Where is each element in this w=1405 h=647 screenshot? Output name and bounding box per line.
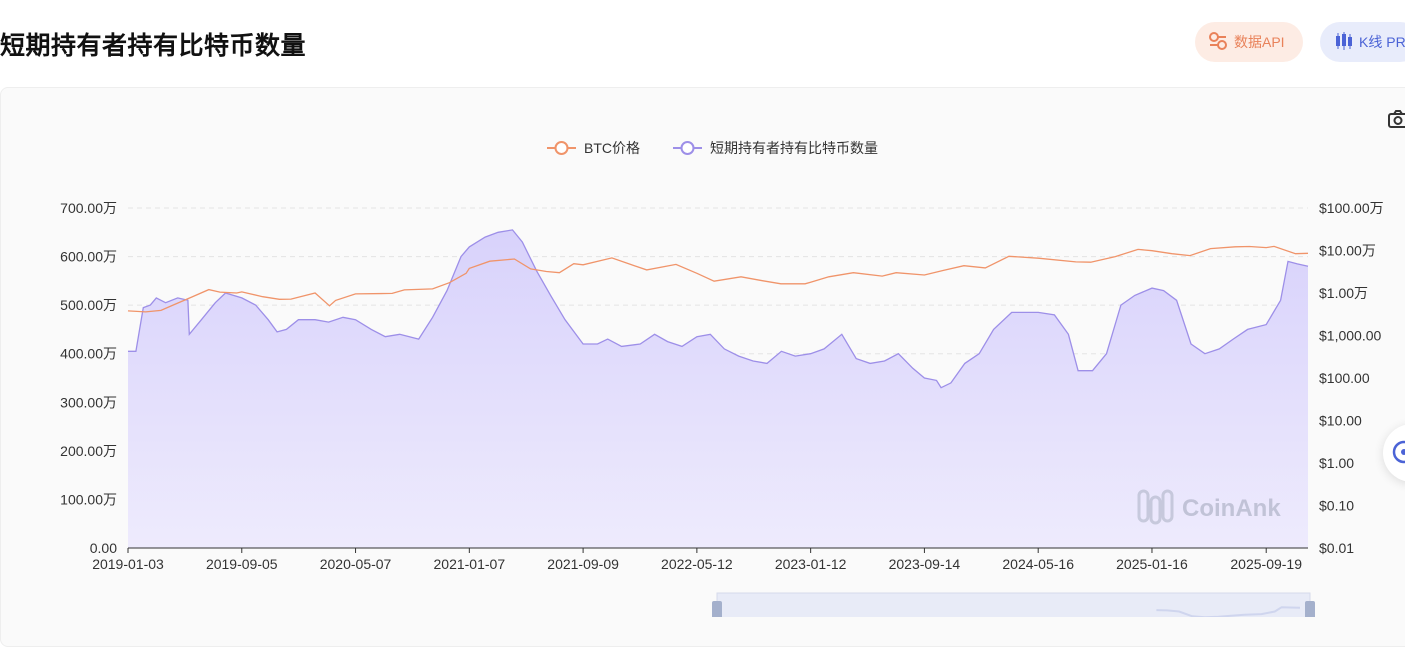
x-tick-label: 2021-01-07 xyxy=(434,556,506,572)
left-y-tick-label: 700.00万 xyxy=(60,200,117,216)
x-tick-label: 2019-01-03 xyxy=(92,556,164,572)
left-y-tick-label: 400.00万 xyxy=(60,346,117,362)
left-y-tick-label: 100.00万 xyxy=(60,491,117,507)
right-y-tick-label: $100.00 xyxy=(1319,370,1370,386)
legend-label-holdings: 短期持有者持有比特币数量 xyxy=(710,140,878,156)
left-y-tick-label: 0.00 xyxy=(90,540,117,556)
legend-marker-btc xyxy=(554,141,569,155)
left-y-tick-label: 200.00万 xyxy=(60,443,117,459)
x-tick-label: 2021-09-09 xyxy=(547,556,619,572)
x-tick-label: 2023-01-12 xyxy=(775,556,847,572)
zoom-slider-window xyxy=(716,592,1311,617)
holdings-area xyxy=(128,229,1308,548)
legend-label-btc: BTC价格 xyxy=(584,140,640,156)
right-y-tick-label: $1.00 xyxy=(1319,455,1354,471)
chart-svg: 2019-01-03 2019-09-05 2020-05-07 2021-01-07… xyxy=(60,140,1384,617)
right-y-tick-label: $1.00万 xyxy=(1319,285,1368,301)
legend-marker-holdings xyxy=(680,141,695,155)
left-y-tick-label: 300.00万 xyxy=(60,394,117,410)
x-tick-label: 2023-09-14 xyxy=(889,556,961,572)
x-tick-label: 2022-05-12 xyxy=(661,556,733,572)
x-tick-label: 2025-09-19 xyxy=(1230,556,1302,572)
right-y-tick-label: $1,000.00 xyxy=(1319,328,1381,344)
left-y-tick-label: 600.00万 xyxy=(60,249,117,265)
help-icon xyxy=(1392,440,1405,464)
x-tick-label: 2020-05-07 xyxy=(320,556,392,572)
left-y-tick-label: 500.00万 xyxy=(60,297,117,313)
right-y-tick-label: $0.01 xyxy=(1319,540,1354,556)
zoom-handle-left[interactable] xyxy=(712,601,722,617)
right-y-tick-label: $10.00万 xyxy=(1319,243,1376,259)
x-tick-label: 2024-05-16 xyxy=(1002,556,1074,572)
right-y-tick-label: $100.00万 xyxy=(1319,200,1384,216)
x-tick-label: 2019-09-05 xyxy=(206,556,278,572)
zoom-handle-right[interactable] xyxy=(1305,601,1315,617)
watermark-text: CoinAnk xyxy=(1182,495,1281,522)
x-tick-label: 2025-01-16 xyxy=(1116,556,1188,572)
right-y-tick-label: $10.00 xyxy=(1319,413,1362,429)
camera-icon[interactable] xyxy=(1387,108,1405,130)
right-y-tick-label: $0.10 xyxy=(1319,498,1354,514)
